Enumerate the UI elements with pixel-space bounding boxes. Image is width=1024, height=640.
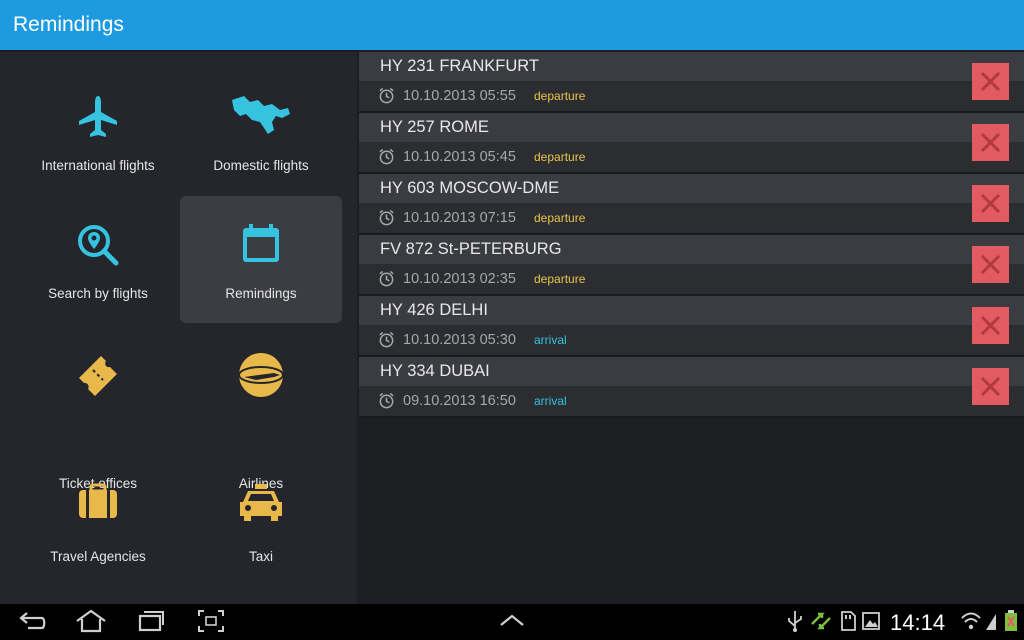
reminder-row[interactable]: HY 334 DUBAI 09.10.2013 16:50 arrival bbox=[359, 357, 1024, 418]
airline-globe-icon bbox=[238, 353, 284, 397]
sync-icon bbox=[811, 612, 831, 630]
reminder-type: departure bbox=[534, 89, 586, 103]
close-icon bbox=[980, 376, 1001, 397]
sidebar-menu: International flights Domestic flights S… bbox=[0, 52, 357, 604]
reminder-detail-line: 09.10.2013 16:50 arrival bbox=[359, 386, 959, 416]
airplane-icon bbox=[79, 96, 117, 137]
status-time: 14:14 bbox=[890, 610, 946, 635]
suitcase-icon bbox=[79, 483, 117, 518]
menu-item-label: Taxi bbox=[248, 549, 273, 564]
alarm-clock-icon bbox=[379, 87, 394, 104]
close-icon bbox=[980, 315, 1001, 336]
reminder-datetime: 10.10.2013 05:45 bbox=[403, 149, 516, 165]
app-title: Remindings bbox=[13, 13, 124, 36]
sd-card-icon bbox=[841, 611, 856, 631]
delete-button[interactable] bbox=[972, 246, 1009, 283]
calendar-icon bbox=[243, 224, 279, 262]
signal-icon bbox=[986, 614, 996, 630]
system-navigation-bar: 14:14 bbox=[0, 604, 1024, 640]
screenshot-icon[interactable] bbox=[196, 608, 226, 634]
menu-item-search-by-flights[interactable]: Search by flights bbox=[17, 196, 179, 324]
recent-apps-icon[interactable] bbox=[136, 608, 166, 634]
reminder-row[interactable]: HY 257 ROME 10.10.2013 05:45 departure bbox=[359, 113, 1024, 174]
alarm-clock-icon bbox=[379, 270, 394, 287]
reminder-type: departure bbox=[534, 211, 586, 225]
reminder-datetime: 10.10.2013 02:35 bbox=[403, 271, 516, 287]
gallery-icon bbox=[862, 612, 880, 630]
menu-item-label: International flights bbox=[41, 158, 155, 173]
delete-button[interactable] bbox=[972, 185, 1009, 222]
alarm-clock-icon bbox=[379, 209, 394, 226]
delete-button[interactable] bbox=[972, 307, 1009, 344]
menu-item-label: Search by flights bbox=[48, 286, 148, 301]
alarm-clock-icon bbox=[379, 392, 394, 409]
menu-item-taxi[interactable]: Taxi bbox=[180, 470, 342, 588]
menu-item-domestic-flights[interactable]: Domestic flights bbox=[180, 68, 342, 196]
menu-item-airlines[interactable]: Airlines bbox=[180, 334, 342, 491]
chevron-up-icon[interactable] bbox=[498, 608, 526, 634]
reminder-datetime: 10.10.2013 05:55 bbox=[403, 88, 516, 104]
menu-item-ticket-offices[interactable]: Ticket offices bbox=[17, 334, 179, 491]
map-icon bbox=[232, 96, 290, 134]
delete-button[interactable] bbox=[972, 368, 1009, 405]
reminder-type: departure bbox=[534, 150, 586, 164]
reminder-detail-line: 10.10.2013 07:15 departure bbox=[359, 203, 959, 233]
flight-name: HY 231 FRANKFURT bbox=[380, 57, 539, 75]
flight-name: FV 872 St-PETERBURG bbox=[380, 240, 562, 258]
action-bar: Remindings bbox=[0, 0, 1024, 50]
reminder-row[interactable]: HY 603 MOSCOW-DME 10.10.2013 07:15 depar… bbox=[359, 174, 1024, 235]
close-icon bbox=[980, 71, 1001, 92]
reminder-row[interactable]: FV 872 St-PETERBURG 10.10.2013 02:35 dep… bbox=[359, 235, 1024, 296]
home-icon[interactable] bbox=[74, 608, 108, 634]
reminder-detail-line: 10.10.2013 05:30 arrival bbox=[359, 325, 959, 355]
reminder-row[interactable]: HY 426 DELHI 10.10.2013 05:30 arrival bbox=[359, 296, 1024, 357]
back-icon[interactable] bbox=[18, 608, 48, 634]
menu-item-international-flights[interactable]: International flights bbox=[17, 68, 179, 196]
usb-icon bbox=[788, 611, 802, 632]
ticket-icon bbox=[79, 356, 117, 396]
close-icon bbox=[980, 132, 1001, 153]
reminder-detail-line: 10.10.2013 02:35 departure bbox=[359, 264, 959, 294]
reminder-detail-line: 10.10.2013 05:45 departure bbox=[359, 142, 959, 172]
taxi-icon bbox=[240, 484, 282, 521]
menu-item-label: Travel Agencies bbox=[50, 549, 146, 564]
flight-name: HY 334 DUBAI bbox=[380, 362, 490, 380]
menu-item-label: Domestic flights bbox=[213, 158, 309, 173]
alarm-clock-icon bbox=[379, 331, 394, 348]
battery-icon bbox=[1005, 610, 1017, 631]
reminder-datetime: 10.10.2013 07:15 bbox=[403, 210, 516, 226]
search-location-icon bbox=[78, 225, 119, 266]
flight-name: HY 603 MOSCOW-DME bbox=[380, 179, 560, 197]
close-icon bbox=[980, 193, 1001, 214]
reminder-row[interactable]: HY 231 FRANKFURT 10.10.2013 05:55 depart… bbox=[359, 52, 1024, 113]
flight-name: HY 426 DELHI bbox=[380, 301, 488, 319]
flight-name: HY 257 ROME bbox=[380, 118, 489, 136]
row-divider bbox=[359, 416, 1024, 418]
wifi-icon bbox=[961, 612, 981, 630]
delete-button[interactable] bbox=[972, 124, 1009, 161]
reminder-type: arrival bbox=[534, 394, 567, 408]
reminder-datetime: 10.10.2013 05:30 bbox=[403, 332, 516, 348]
close-icon bbox=[980, 254, 1001, 275]
menu-item-label: Remindings bbox=[225, 286, 297, 301]
menu-item-travel-agencies[interactable]: Travel Agencies bbox=[17, 470, 179, 588]
menu-item-remindings[interactable]: Remindings bbox=[180, 196, 342, 323]
alarm-clock-icon bbox=[379, 148, 394, 165]
delete-button[interactable] bbox=[972, 63, 1009, 100]
reminder-type: arrival bbox=[534, 333, 567, 347]
reminders-list: HY 231 FRANKFURT 10.10.2013 05:55 depart… bbox=[359, 52, 1024, 604]
reminder-datetime: 09.10.2013 16:50 bbox=[403, 393, 516, 409]
reminder-type: departure bbox=[534, 272, 586, 286]
reminder-detail-line: 10.10.2013 05:55 departure bbox=[359, 81, 959, 111]
app-root: Remindings International flights Domesti… bbox=[0, 0, 1024, 640]
